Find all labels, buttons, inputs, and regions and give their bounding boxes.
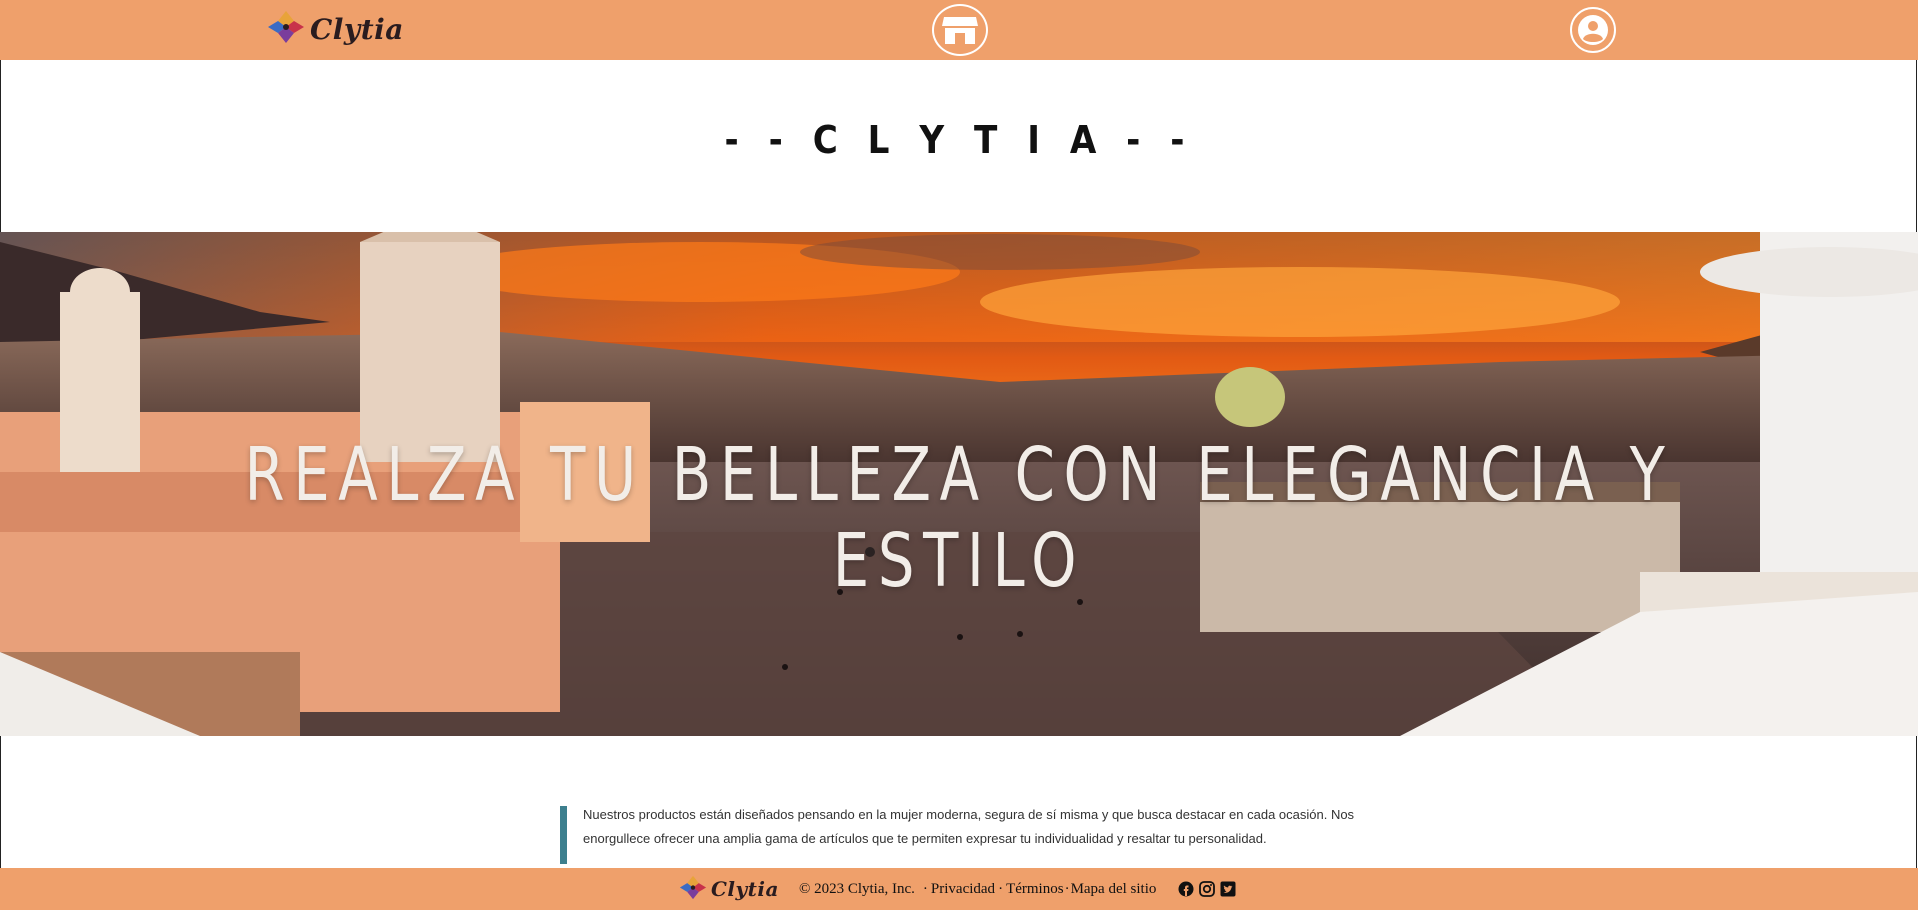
- footer-content: Clytia © 2023 Clytia, Inc. · Privacidad …: [678, 871, 1236, 907]
- store-button[interactable]: [932, 4, 988, 56]
- terms-link[interactable]: Términos: [1006, 881, 1064, 898]
- social-links: [1178, 881, 1236, 897]
- intro-quote: Nuestros productos están diseñados pensa…: [560, 803, 1390, 864]
- privacy-link[interactable]: Privacidad: [931, 881, 995, 898]
- user-account-button[interactable]: [1570, 7, 1616, 53]
- twitter-icon[interactable]: [1220, 881, 1236, 897]
- footer-logo-text: Clytia: [711, 877, 779, 901]
- intro-text: Nuestros productos están diseñados pensa…: [583, 807, 1355, 846]
- flower-logo-icon: [268, 11, 304, 43]
- flower-logo-icon: [679, 875, 707, 900]
- user-circle-icon: [1578, 15, 1608, 45]
- instagram-icon[interactable]: [1199, 881, 1216, 897]
- site-title: - - C L Y T I A - -: [724, 118, 1194, 162]
- brand-logo[interactable]: Clytia: [266, 5, 404, 53]
- store-icon: [942, 17, 978, 44]
- sitemap-link[interactable]: Mapa del sitio: [1071, 881, 1157, 898]
- top-navbar: Clytia: [0, 0, 1918, 60]
- quote-accent-bar: [560, 806, 567, 864]
- facebook-icon[interactable]: [1178, 881, 1194, 897]
- separator: ·: [998, 880, 1004, 897]
- footer: Clytia © 2023 Clytia, Inc. · Privacidad …: [0, 868, 1918, 910]
- copyright-text: © 2023 Clytia, Inc.: [798, 880, 915, 897]
- separator: ·: [1064, 880, 1070, 897]
- hero-banner: REALZA TU BELLEZA CON ELEGANCIA Y ESTILO: [0, 232, 1918, 736]
- hero-heading: REALZA TU BELLEZA CON ELEGANCIA Y ESTILO: [244, 432, 1674, 604]
- separator: ·: [922, 880, 928, 897]
- brand-logo-text: Clytia: [310, 12, 404, 46]
- footer-logo[interactable]: Clytia: [678, 873, 779, 905]
